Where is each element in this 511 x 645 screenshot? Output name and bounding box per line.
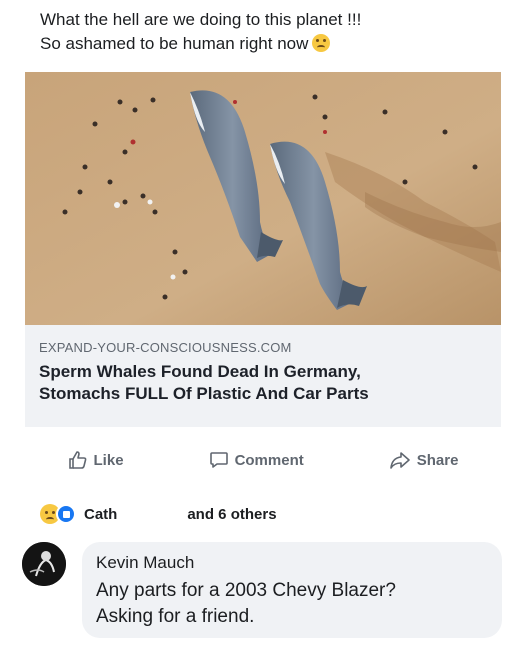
avatar[interactable] (22, 542, 66, 586)
comment-body: Any parts for a 2003 Chevy Blazer? Askin… (96, 578, 488, 630)
post-text: What the hell are we doing to this plane… (40, 8, 500, 56)
share-arrow-icon (389, 452, 410, 469)
post-text-line-2-text: So ashamed to be human right now (40, 34, 309, 53)
whale-photo (25, 72, 501, 325)
link-title-line-1: Sperm Whales Found Dead In Germany, (39, 362, 361, 381)
beach-whales-image (25, 72, 501, 325)
post-text-line-1: What the hell are we doing to this plane… (40, 10, 362, 29)
link-title[interactable]: Sperm Whales Found Dead In Germany, Stom… (39, 361, 487, 405)
comment-label: Comment (234, 451, 304, 469)
avatar-image-icon (22, 542, 66, 586)
speech-bubble-icon (209, 452, 228, 468)
sad-face-emoji-icon (312, 34, 331, 52)
post-text-line-2: So ashamed to be human right now (40, 32, 500, 56)
reaction-others[interactable]: and 6 others (187, 506, 276, 523)
share-button[interactable]: Share (375, 444, 473, 476)
comment-author[interactable]: Kevin Mauch (96, 552, 488, 574)
link-title-line-2: Stomachs FULL Of Plastic And Car Parts (39, 384, 369, 403)
like-reaction-icon (56, 504, 76, 524)
comment: Kevin Mauch Any parts for a 2003 Chevy B… (22, 542, 502, 638)
comment-body-line-2: Asking for a friend. (96, 606, 255, 627)
reaction-first-name[interactable]: Cath (84, 506, 117, 523)
link-meta[interactable]: EXPAND-YOUR-CONSCIOUSNESS.COM Sperm Whal… (25, 325, 501, 427)
post-actions-bar: Like Comment Share (25, 440, 501, 480)
link-preview-card[interactable]: EXPAND-YOUR-CONSCIOUSNESS.COM Sperm Whal… (25, 72, 501, 427)
share-label: Share (416, 451, 459, 469)
comment-bubble: Kevin Mauch Any parts for a 2003 Chevy B… (82, 542, 502, 638)
comment-body-line-1: Any parts for a 2003 Chevy Blazer? (96, 580, 396, 601)
link-domain: EXPAND-YOUR-CONSCIOUSNESS.COM (39, 340, 292, 355)
reactions-summary[interactable]: Cath and 6 others (40, 500, 500, 528)
comment-button[interactable]: Comment (195, 444, 318, 476)
like-button[interactable]: Like (54, 444, 138, 476)
like-label: Like (93, 451, 124, 469)
thumbs-up-icon (68, 451, 86, 469)
